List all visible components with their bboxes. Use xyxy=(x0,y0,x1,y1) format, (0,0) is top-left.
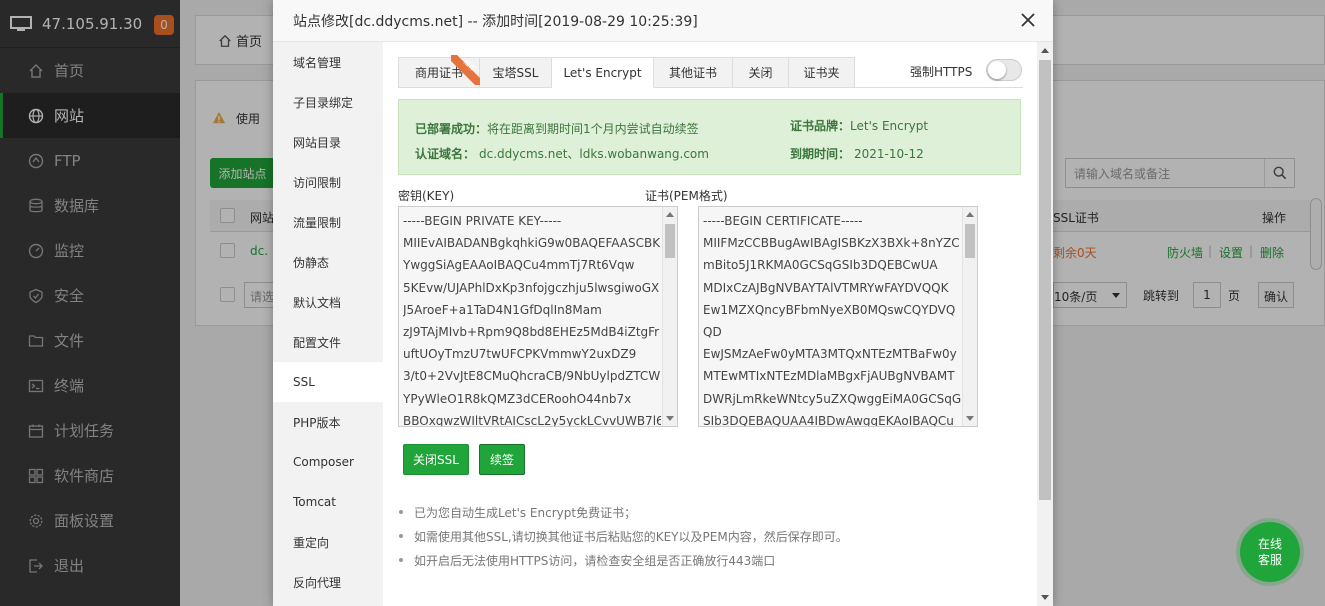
private-key-content: -----BEGIN PRIVATE KEY----- MIIEvAIBADANB… xyxy=(403,210,661,427)
cert-domains: 认证域名： dc.ddycms.net、ldks.wobanwang.com xyxy=(415,145,709,162)
tip-item: 如需使用其他SSL,请切换其他证书后粘贴您的KEY以及PEM内容，然后保存即可。 xyxy=(398,524,1018,548)
side-item-site-dir[interactable]: 网站目录 xyxy=(273,122,383,162)
cert-line: MTEwMTIxNTEzMDlaMBgxFjAUBgNVBAMT xyxy=(703,369,955,384)
modal-scrollbar[interactable] xyxy=(1037,42,1053,606)
ssl-tabs: 商用证书 推荐 宝塔SSL Let's Encrypt 其他证书 关闭 证书夹 xyxy=(398,55,855,88)
side-item-reverse-proxy[interactable]: 反向代理 xyxy=(273,562,383,602)
cert-line: mBito5J1RKMA0GCSqGSIb3DQEBCwUA xyxy=(703,258,938,273)
online-support-line2: 客服 xyxy=(1257,553,1282,567)
domain-label: 认证域名： xyxy=(415,147,476,161)
side-item-redirect[interactable]: 重定向 xyxy=(273,522,383,562)
cert-label: 证书(PEM格式) xyxy=(645,189,728,203)
site-edit-modal: 站点修改[dc.ddycms.net] -- 添加时间[2019-08-29 1… xyxy=(273,0,1053,606)
close-ssl-button[interactable]: 关闭SSL xyxy=(403,444,469,475)
side-item-composer[interactable]: Composer xyxy=(273,442,383,482)
tab-bt-ssl[interactable]: 宝塔SSL xyxy=(480,57,552,88)
ssl-status-box: 已部署成功：将在距离到期时间1个月内尝试自动续签 认证域名： dc.ddycms.… xyxy=(398,99,1021,175)
side-item-ssl[interactable]: SSL xyxy=(273,362,383,402)
cert-scrollbar[interactable] xyxy=(962,207,977,426)
side-item-php[interactable]: PHP版本 xyxy=(273,402,383,442)
cert-expiry: 到期时间： 2021-10-12 xyxy=(790,145,924,162)
domain-text: dc.ddycms.net、ldks.wobanwang.com xyxy=(479,147,709,161)
tab-other-cert[interactable]: 其他证书 xyxy=(654,57,733,88)
cert-line: QD xyxy=(703,325,722,340)
modal-title: 站点修改[dc.ddycms.net] -- 添加时间[2019-08-29 1… xyxy=(293,13,698,30)
expire-text: 2021-10-12 xyxy=(854,147,924,161)
cert-line: DWRjLmRkeWNtcy5uZXQwggEiMA0GCSqG xyxy=(703,391,961,406)
ssl-panel: 商用证书 推荐 宝塔SSL Let's Encrypt 其他证书 关闭 证书夹 … xyxy=(383,42,1037,606)
brand-text: Let's Encrypt xyxy=(850,119,929,133)
key-line: MIIEvAIBADANBgkqhkiG9w0BAQEFAASCBK xyxy=(403,236,661,251)
online-support-line1: 在线 xyxy=(1257,537,1282,551)
key-line: uftUOyTmzU7twUFCPKVmmwY2uxDZ9 xyxy=(403,347,637,362)
private-key-textarea[interactable]: -----BEGIN PRIVATE KEY----- MIIEvAIBADANB… xyxy=(398,206,678,427)
key-line: 5KEvw/UJAPhlDxKp3nfojgczhju5lwsgiwoGX xyxy=(403,280,660,295)
scroll-down-icon[interactable] xyxy=(1041,595,1049,600)
key-line: zJ9TAjMIvb+Rpm9Q8bd8EHEz5MdB4iZtgFr xyxy=(403,325,660,340)
deployed-label: 已部署成功： xyxy=(415,122,488,136)
key-scrollbar[interactable] xyxy=(662,207,677,426)
key-line: -----BEGIN PRIVATE KEY----- xyxy=(403,214,562,228)
side-item-rewrite[interactable]: 伪静态 xyxy=(273,242,383,282)
cert-line: EwJSMzAeFw0yMTA3MTQxNTEzMTBaFw0y xyxy=(703,347,957,362)
side-item-default-doc[interactable]: 默认文档 xyxy=(273,282,383,322)
key-line: 3/t0+2VvJtE8CMuQhcraCB/9NbUylpdZTCW xyxy=(403,369,661,384)
side-item-traffic-limit[interactable]: 流量限制 xyxy=(273,202,383,242)
tab-close[interactable]: 关闭 xyxy=(733,57,789,88)
cert-line: MIIFMzCCBBugAwIBAgISBKzX3BXk+8nYZC xyxy=(703,236,960,251)
tip-item: 已为您自动生成Let's Encrypt免费证书； xyxy=(398,500,1018,524)
force-https-toggle[interactable] xyxy=(986,59,1022,81)
side-item-domain[interactable]: 域名管理 xyxy=(273,42,383,82)
key-label: 密钥(KEY) xyxy=(398,189,455,203)
brand-label: 证书品牌： xyxy=(790,119,851,133)
tab-commercial-cert[interactable]: 商用证书 推荐 xyxy=(398,55,481,88)
key-line: YPyWleO1R8kQMZ3dCERoohO44nb7x xyxy=(403,391,632,406)
tab-cert-folder[interactable]: 证书夹 xyxy=(789,57,855,88)
recommend-ribbon: 推荐 xyxy=(451,55,481,85)
side-item-tomcat[interactable]: Tomcat xyxy=(273,482,383,522)
tip-item: 如开启后无法使用HTTPS访问，请检查安全组是否正确放行443端口 xyxy=(398,548,1018,572)
expire-label: 到期时间： xyxy=(790,147,851,161)
toggle-knob xyxy=(988,61,1006,79)
key-line: J5AroeF+a1TaD4N1GfDqlIn8Mam xyxy=(403,302,602,317)
ssl-tips: 已为您自动生成Let's Encrypt免费证书； 如需使用其他SSL,请切换其… xyxy=(398,500,1018,572)
scroll-thumb[interactable] xyxy=(1039,60,1051,500)
modal-side-menu: 域名管理 子目录绑定 网站目录 访问限制 流量限制 伪静态 默认文档 配置文件 … xyxy=(273,42,383,606)
online-support-button[interactable]: 在线 客服 xyxy=(1240,522,1300,582)
side-item-config[interactable]: 配置文件 xyxy=(273,322,383,362)
modal-header: 站点修改[dc.ddycms.net] -- 添加时间[2019-08-29 1… xyxy=(273,0,1053,42)
tab-lets-encrypt[interactable]: Let's Encrypt xyxy=(552,57,654,88)
key-line: BBOxqwzWIltVRtAICscL2y5yckLCvvUWB7l6 xyxy=(403,413,661,427)
side-item-subdir[interactable]: 子目录绑定 xyxy=(273,82,383,122)
cert-line: Ew1MZXQncyBFbmNyeXB0MQswCQYDVQ xyxy=(703,302,956,317)
deployed-text: 将在距离到期时间1个月内尝试自动续签 xyxy=(487,122,699,136)
cert-line: -----BEGIN CERTIFICATE----- xyxy=(703,214,863,228)
scroll-up-icon[interactable] xyxy=(1041,48,1049,53)
cert-line: SIb3DQEBAQUAA4IBDwAwggEKAoIBAQCu xyxy=(703,413,954,427)
cert-line: MDIxCzAJBgNVBAYTAlVTMRYwFAYDVQQK xyxy=(703,280,949,295)
cert-brand: 证书品牌：Let's Encrypt xyxy=(790,117,928,134)
side-item-access-limit[interactable]: 访问限制 xyxy=(273,162,383,202)
renew-button[interactable]: 续签 xyxy=(479,444,525,475)
close-icon[interactable] xyxy=(1021,13,1035,27)
deployed-status: 已部署成功：将在距离到期时间1个月内尝试自动续签 xyxy=(415,120,699,137)
certificate-textarea[interactable]: -----BEGIN CERTIFICATE----- MIIFMzCCBBugA… xyxy=(698,206,978,427)
force-https-label: 强制HTTPS xyxy=(910,65,973,79)
key-line: YwggSiAgEAAoIBAQCu4mmTj7Rt6Vqw xyxy=(403,258,635,273)
certificate-content: -----BEGIN CERTIFICATE----- MIIFMzCCBBugA… xyxy=(703,210,961,427)
